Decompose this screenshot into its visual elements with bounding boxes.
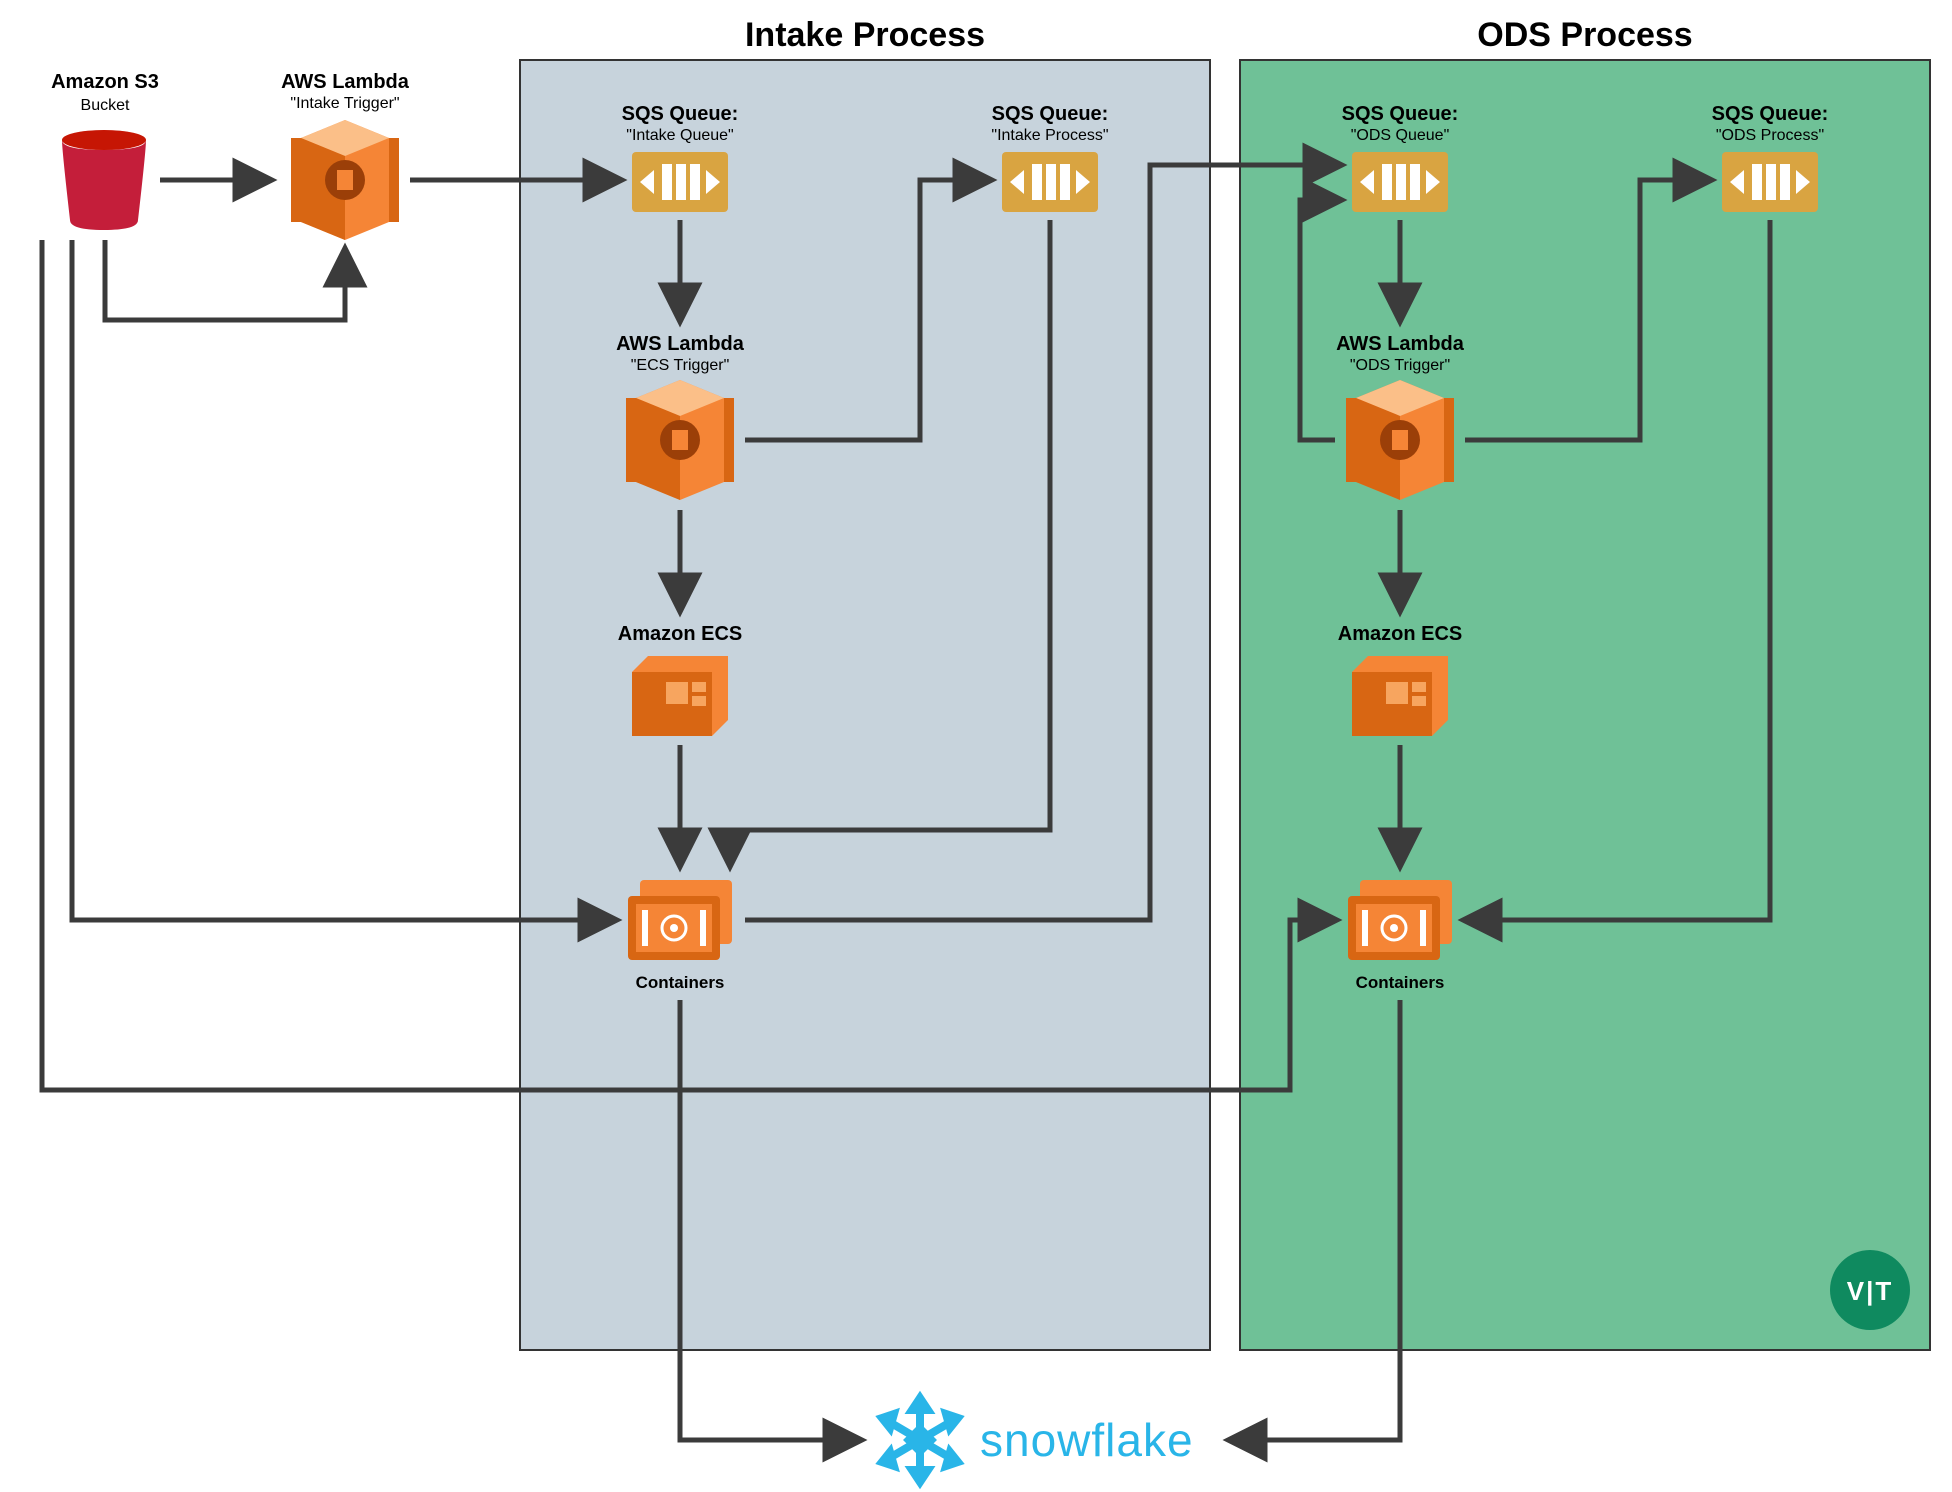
ecs1-title: Amazon ECS <box>618 623 742 645</box>
intake-title: Intake Process <box>745 16 985 54</box>
sqs-intake-queue-node: SQS Queue: "Intake Queue" <box>622 103 739 212</box>
containers2-label: Containers <box>1356 973 1445 992</box>
ecs2-title: Amazon ECS <box>1338 623 1462 645</box>
lambda1-title: AWS Lambda <box>616 333 745 355</box>
ecs2-icon <box>1352 656 1448 736</box>
lambda2-icon <box>1346 380 1454 500</box>
lambda0-title: AWS Lambda <box>281 71 410 93</box>
ods-process-panel <box>1240 60 1930 1350</box>
sqs-iq-icon <box>632 152 728 212</box>
sqs-oq-subtitle: "ODS Queue" <box>1351 127 1450 144</box>
sqs-ip-icon <box>1002 152 1098 212</box>
intake-process-panel <box>520 60 1210 1350</box>
vt-badge-text: V|T <box>1847 1276 1894 1306</box>
containers-ods-node: Containers <box>1348 880 1452 992</box>
lambda0-icon <box>291 120 399 240</box>
ecs1-icon <box>632 656 728 736</box>
lambda-ods-trigger-node: AWS Lambda "ODS Trigger" <box>1336 333 1465 500</box>
lambda2-title: AWS Lambda <box>1336 333 1465 355</box>
sqs-op-icon <box>1722 152 1818 212</box>
containers2-icon <box>1348 880 1452 960</box>
sqs-iq-title: SQS Queue: <box>622 103 739 125</box>
sqs-ods-process-node: SQS Queue: "ODS Process" <box>1712 103 1829 212</box>
amazon-ecs-intake-node: Amazon ECS <box>618 623 742 736</box>
lambda1-icon <box>626 380 734 500</box>
sqs-ip-subtitle: "Intake Process" <box>991 127 1108 144</box>
lambda0-subtitle: "Intake Trigger" <box>290 95 399 112</box>
lambda1-subtitle: "ECS Trigger" <box>631 357 730 374</box>
sqs-intake-process-node: SQS Queue: "Intake Process" <box>991 103 1108 212</box>
s3-subtitle: Bucket <box>81 97 130 114</box>
arrow-s3-lambda0-return <box>105 240 345 320</box>
sqs-iq-subtitle: "Intake Queue" <box>626 127 733 144</box>
sqs-op-title: SQS Queue: <box>1712 103 1829 125</box>
containers1-icon <box>628 880 732 960</box>
lambda2-subtitle: "ODS Trigger" <box>1350 357 1450 374</box>
lambda-intake-trigger-node: AWS Lambda "Intake Trigger" <box>281 71 410 240</box>
s3-title: Amazon S3 <box>51 71 159 93</box>
snowflake-node: snowflake <box>882 1398 1194 1482</box>
sqs-oq-icon <box>1352 152 1448 212</box>
sqs-ods-queue-node: SQS Queue: "ODS Queue" <box>1342 103 1459 212</box>
amazon-ecs-ods-node: Amazon ECS <box>1338 623 1462 736</box>
containers-intake-node: Containers <box>628 880 732 992</box>
snowflake-label: snowflake <box>980 1414 1194 1466</box>
vt-badge: V|T <box>1830 1250 1910 1330</box>
sqs-oq-title: SQS Queue: <box>1342 103 1459 125</box>
ods-title: ODS Process <box>1477 16 1692 54</box>
s3-icon <box>62 130 146 230</box>
lambda-ecs-trigger-node: AWS Lambda "ECS Trigger" <box>616 333 745 500</box>
amazon-s3-node: Amazon S3 Bucket <box>51 71 159 230</box>
containers1-label: Containers <box>636 973 725 992</box>
sqs-op-subtitle: "ODS Process" <box>1716 127 1824 144</box>
snowflake-icon <box>882 1398 958 1482</box>
sqs-ip-title: SQS Queue: <box>992 103 1109 125</box>
architecture-diagram: Intake Process ODS Process Amazon S3 Buc… <box>0 0 1952 1492</box>
